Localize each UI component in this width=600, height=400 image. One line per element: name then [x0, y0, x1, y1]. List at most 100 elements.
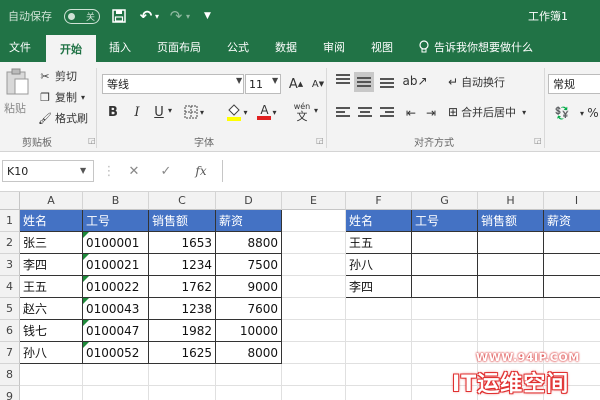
cancel-entry-button[interactable]: ✕	[124, 160, 144, 182]
italic-button[interactable]: I	[128, 102, 146, 122]
right-table-cell[interactable]	[412, 254, 478, 276]
left-table-cell[interactable]: 0100047	[83, 320, 149, 342]
font-color-button[interactable]: A ▾	[254, 102, 280, 122]
font-size-dropdown-icon[interactable]: ▼	[272, 76, 278, 85]
empty-cell[interactable]	[544, 320, 600, 342]
empty-cell[interactable]	[149, 364, 216, 386]
empty-cell[interactable]	[282, 364, 346, 386]
error-indicator-icon[interactable]	[83, 342, 89, 348]
borders-button[interactable]: ▾	[182, 102, 206, 122]
row-header-1[interactable]: 1	[0, 210, 20, 232]
column-header-c[interactable]: C	[149, 192, 216, 210]
right-table-cell[interactable]: 李四	[346, 276, 412, 298]
right-table-cell[interactable]	[544, 276, 600, 298]
left-table-cell[interactable]: 钱七	[20, 320, 83, 342]
left-table-cell[interactable]: 1762	[149, 276, 216, 298]
right-table-cell[interactable]: 王五	[346, 232, 412, 254]
tab-file[interactable]: 文件	[0, 32, 40, 62]
empty-cell[interactable]	[544, 298, 600, 320]
error-indicator-icon[interactable]	[83, 232, 89, 238]
empty-cell[interactable]	[282, 320, 346, 342]
empty-cell[interactable]	[20, 386, 83, 400]
undo-button[interactable]: ↶	[138, 0, 154, 32]
empty-cell[interactable]	[282, 386, 346, 400]
tab-review[interactable]: 审阅	[314, 32, 354, 62]
row-header-7[interactable]: 7	[0, 342, 20, 364]
left-table-cell[interactable]: 0100043	[83, 298, 149, 320]
right-table-cell[interactable]	[544, 254, 600, 276]
insert-function-button[interactable]: fx	[190, 160, 212, 182]
empty-cell[interactable]	[412, 298, 478, 320]
error-indicator-icon[interactable]	[83, 254, 89, 260]
save-button[interactable]	[110, 0, 128, 32]
row-header-5[interactable]: 5	[0, 298, 20, 320]
left-table-cell[interactable]: 7600	[216, 298, 282, 320]
tab-formulas[interactable]: 公式	[218, 32, 258, 62]
column-header-a[interactable]: A	[20, 192, 83, 210]
fill-color-button[interactable]: ▾	[224, 102, 250, 122]
tab-page-layout[interactable]: 页面布局	[146, 32, 212, 62]
left-table-cell[interactable]: 0100022	[83, 276, 149, 298]
right-table-header[interactable]: 姓名	[346, 210, 412, 232]
row-header-3[interactable]: 3	[0, 254, 20, 276]
right-table-cell[interactable]	[478, 276, 544, 298]
customize-qat-button[interactable]: ▼	[204, 0, 211, 32]
left-table-cell[interactable]: 1653	[149, 232, 216, 254]
left-table-cell[interactable]: 8000	[216, 342, 282, 364]
column-header-f[interactable]: F	[346, 192, 412, 210]
name-box-dropdown-icon[interactable]: ▼	[80, 166, 86, 175]
tell-me-search[interactable]: 告诉我你想要做什么	[418, 32, 533, 62]
top-align-button[interactable]	[334, 72, 352, 90]
column-header-h[interactable]: H	[478, 192, 544, 210]
underline-dropdown-icon[interactable]: ▾	[168, 106, 172, 115]
redo-dropdown[interactable]: ▾	[186, 0, 190, 32]
column-header-g[interactable]: G	[412, 192, 478, 210]
left-table-cell[interactable]: 8800	[216, 232, 282, 254]
left-table-cell[interactable]: 1238	[149, 298, 216, 320]
right-table-cell[interactable]	[478, 254, 544, 276]
left-table-cell[interactable]: 王五	[20, 276, 83, 298]
left-table-header[interactable]: 工号	[83, 210, 149, 232]
left-table-cell[interactable]: 1625	[149, 342, 216, 364]
column-header-e[interactable]: E	[282, 192, 346, 210]
error-indicator-icon[interactable]	[83, 320, 89, 326]
increase-indent-button[interactable]: ⇥	[422, 104, 440, 122]
empty-cell[interactable]	[282, 232, 346, 254]
left-table-cell[interactable]: 0100021	[83, 254, 149, 276]
left-table-header[interactable]: 销售额	[149, 210, 216, 232]
right-table-cell[interactable]	[544, 232, 600, 254]
phonetic-guide-button[interactable]: wén 文	[290, 100, 314, 124]
right-table-header[interactable]: 工号	[412, 210, 478, 232]
right-table-header[interactable]: 薪资	[544, 210, 600, 232]
empty-cell[interactable]	[282, 342, 346, 364]
redo-button[interactable]: ↷	[168, 0, 184, 32]
left-table-cell[interactable]: 李四	[20, 254, 83, 276]
empty-cell[interactable]	[346, 342, 412, 364]
clipboard-launcher-icon[interactable]: ◲	[88, 136, 96, 145]
align-right-button[interactable]	[378, 106, 396, 120]
empty-cell[interactable]	[83, 364, 149, 386]
accounting-format-button[interactable]: 💱	[550, 104, 574, 122]
number-format-select[interactable]: 常规	[548, 74, 600, 94]
bottom-align-button[interactable]	[378, 72, 396, 90]
merge-center-button[interactable]: ⊞ 合并后居中 ▾	[448, 102, 526, 122]
underline-button[interactable]: U	[150, 102, 168, 122]
empty-cell[interactable]	[282, 298, 346, 320]
right-table-cell[interactable]	[478, 232, 544, 254]
font-name-dropdown-icon[interactable]: ▼	[236, 76, 242, 85]
left-table-cell[interactable]: 0100052	[83, 342, 149, 364]
left-table-header[interactable]: 姓名	[20, 210, 83, 232]
empty-cell[interactable]	[216, 364, 282, 386]
tab-view[interactable]: 视图	[362, 32, 402, 62]
middle-align-button[interactable]	[354, 72, 374, 92]
confirm-entry-button[interactable]: ✓	[156, 160, 176, 182]
copy-button[interactable]: ❐ 复制 ▾	[38, 89, 85, 105]
cut-button[interactable]: ✂ 剪切	[38, 68, 77, 84]
autosave-toggle[interactable]: 关	[64, 9, 100, 24]
empty-cell[interactable]	[282, 276, 346, 298]
left-table-cell[interactable]: 孙八	[20, 342, 83, 364]
align-center-button[interactable]	[356, 106, 374, 120]
paste-label[interactable]: 粘贴	[4, 100, 26, 116]
shrink-font-button[interactable]: A ▼	[309, 74, 327, 94]
alignment-launcher-icon[interactable]: ◲	[534, 136, 542, 145]
